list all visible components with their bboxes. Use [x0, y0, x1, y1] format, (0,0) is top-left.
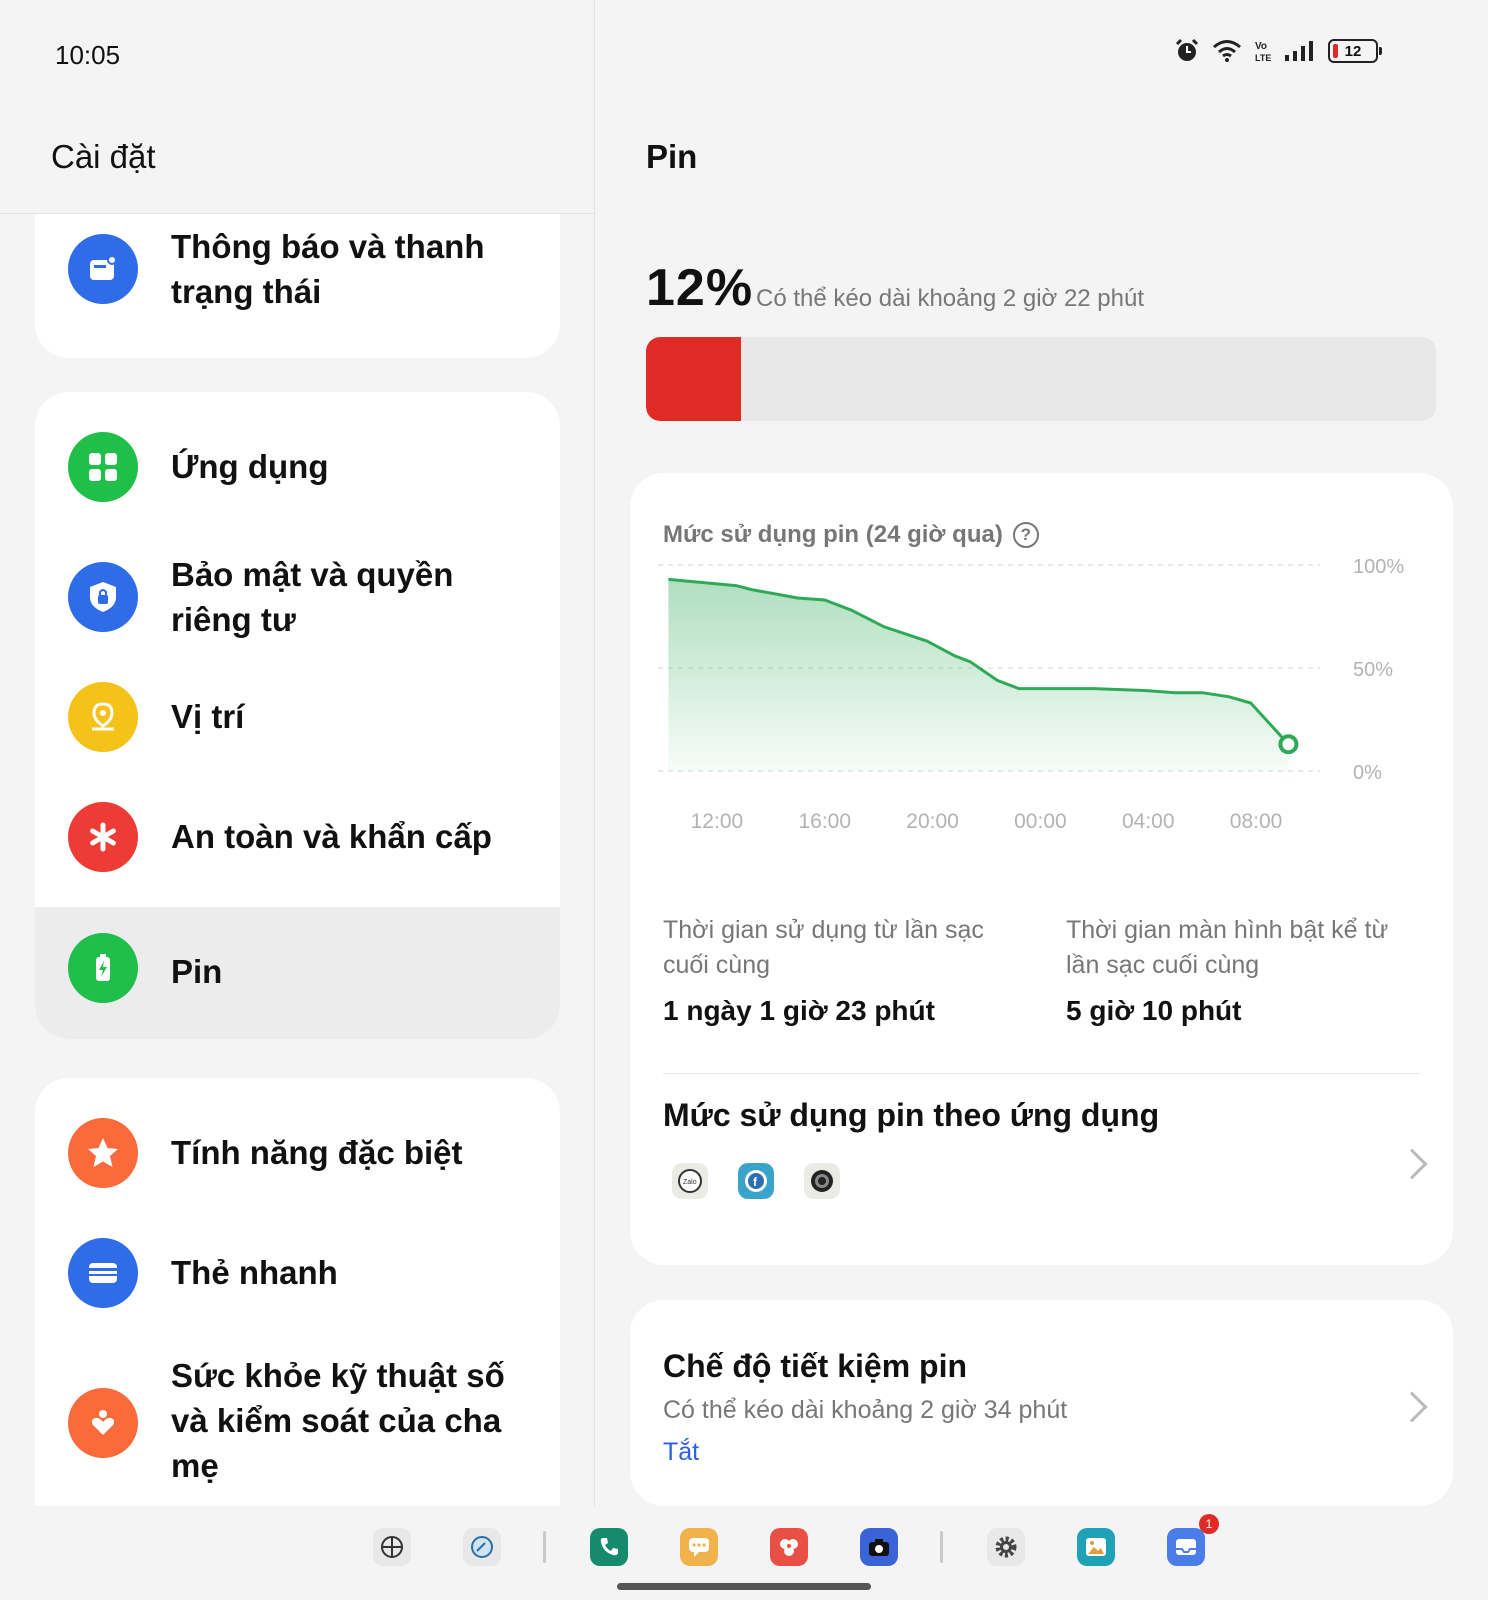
chart-y-tick-label: 100%	[1353, 556, 1404, 578]
cards-icon	[68, 1238, 138, 1308]
gallery-icon[interactable]	[1077, 1528, 1115, 1566]
dock-separator	[940, 1531, 943, 1563]
settings-item-label: Sức khỏe kỹ thuật số và kiểm soát của ch…	[171, 1357, 505, 1484]
settings-item-label: Bảo mật và quyền riêng tư	[171, 556, 454, 638]
signal-icon	[1284, 40, 1316, 62]
settings-item-notifications[interactable]: Thông báo và thanh trạng thái	[35, 214, 560, 324]
settings-item-security[interactable]: Bảo mật và quyền riêng tư	[35, 532, 560, 662]
zalo-icon: Zalo	[672, 1163, 708, 1199]
chart-current-point	[1278, 734, 1299, 755]
battery-estimate: Có thể kéo dài khoảng 2 giờ 22 phút	[756, 285, 1145, 312]
chart-y-tick-label: 50%	[1353, 659, 1393, 681]
phone-icon[interactable]	[590, 1528, 628, 1566]
home-indicator[interactable]	[617, 1583, 871, 1590]
battery-icon	[68, 933, 138, 1003]
card-divider	[663, 1073, 1420, 1074]
chart-area	[668, 579, 1289, 771]
settings-item-label: Vị trí	[171, 698, 245, 735]
apps-grid-icon	[68, 432, 138, 502]
chart-title-row: Mức sử dụng pin (24 giờ qua) ?	[663, 521, 1039, 549]
screen-on-label: Thời gian màn hình bật kể từ lần sạc cuố…	[1066, 916, 1389, 979]
settings-item-label: Ứng dụng	[171, 448, 329, 485]
svg-text:Zalo: Zalo	[683, 1179, 697, 1186]
settings-item-apps[interactable]: Ứng dụng	[35, 412, 560, 522]
galaxy-app-icon	[804, 1163, 840, 1199]
settings-item-special-features[interactable]: Tính năng đặc biệt	[35, 1098, 560, 1208]
flower-app-icon[interactable]	[770, 1528, 808, 1566]
screen-on-stat: Thời gian màn hình bật kể từ lần sạc cuố…	[1066, 913, 1406, 1027]
page-title: Pin	[646, 138, 698, 175]
settings-list[interactable]: Thông báo và thanh trạng thái Ứng dụng B…	[0, 214, 594, 1506]
browser-icon[interactable]	[463, 1528, 501, 1566]
camera-icon[interactable]	[860, 1528, 898, 1566]
notification-icon	[68, 234, 138, 304]
chart-x-tick-label: 04:00	[1122, 810, 1175, 833]
settings-item-battery[interactable]: Pin	[35, 907, 560, 1039]
status-icons: Vo LTE 12	[1174, 38, 1382, 64]
volte-icon: Vo LTE	[1254, 39, 1272, 63]
battery-level-fill	[646, 337, 741, 421]
battery-usage-chart: 100% 50% 0% 12:00 16:00 20:00 00:00 04:00 08:00	[658, 556, 1404, 833]
chart-x-tick-label: 08:00	[1230, 810, 1283, 833]
usage-time-stat: Thời gian sử dụng từ lần sạc cuối cùng 1…	[663, 913, 1003, 1027]
chevron-right-icon	[1396, 1148, 1428, 1180]
alarm-icon	[1174, 38, 1200, 64]
settings-item-label: Tính năng đặc biệt	[171, 1134, 463, 1171]
settings-icon[interactable]	[987, 1528, 1025, 1566]
battery-saver-title: Chế độ tiết kiệm pin	[663, 1348, 968, 1384]
settings-item-label: Thông báo và thanh trạng thái	[171, 228, 485, 310]
settings-item-label: An toàn và khẩn cấp	[171, 818, 492, 855]
settings-item-label: Thẻ nhanh	[171, 1254, 338, 1291]
pane-divider	[594, 0, 595, 1510]
settings-item-safety[interactable]: An toàn và khẩn cấp	[35, 782, 560, 892]
battery-saver-card[interactable]: Chế độ tiết kiệm pin Có thể kéo dài khoả…	[630, 1300, 1453, 1506]
chart-x-tick-label: 20:00	[906, 810, 959, 833]
heart-person-icon	[68, 1388, 138, 1458]
star-icon	[68, 1118, 138, 1188]
battery-saver-estimate: Có thể kéo dài khoảng 2 giờ 34 phút	[663, 1396, 1068, 1424]
settings-item-digital-wellbeing[interactable]: Sức khỏe kỹ thuật số và kiểm soát của ch…	[35, 1343, 560, 1503]
battery-percent: 12%	[646, 259, 754, 317]
dock-separator	[543, 1531, 546, 1563]
battery-level-bar	[646, 337, 1436, 421]
svg-text:Vo: Vo	[1255, 41, 1267, 52]
status-time: 10:05	[55, 40, 121, 70]
shield-lock-icon	[68, 562, 138, 632]
chart-x-tick-label: 16:00	[798, 810, 851, 833]
chart-title: Mức sử dụng pin (24 giờ qua)	[663, 521, 1003, 548]
settings-card-extra: Tính năng đặc biệt Thẻ nhanh Sức khỏe kỹ…	[35, 1078, 560, 1506]
chevron-right-icon	[1396, 1391, 1428, 1423]
usage-time-value: 1 ngày 1 giờ 23 phút	[663, 995, 935, 1026]
usage-by-app-title: Mức sử dụng pin theo ứng dụng	[663, 1097, 1160, 1133]
asterisk-icon	[68, 802, 138, 872]
inbox-icon[interactable]: 1	[1167, 1514, 1219, 1566]
messages-icon[interactable]	[680, 1528, 718, 1566]
location-pin-icon	[68, 682, 138, 752]
screen-on-value: 5 giờ 10 phút	[1066, 995, 1242, 1026]
wifi-icon	[1212, 39, 1242, 63]
notification-badge: 1	[1199, 1514, 1219, 1534]
help-icon[interactable]: ?	[1012, 522, 1039, 548]
settings-item-location[interactable]: Vị trí	[35, 662, 560, 772]
settings-card-main: Ứng dụng Bảo mật và quyền riêng tư Vị tr…	[35, 392, 560, 1039]
svg-text:LTE: LTE	[1255, 53, 1271, 63]
usage-app-icons: Zalo f	[672, 1163, 840, 1199]
chart-x-tick-label: 12:00	[691, 810, 744, 833]
chart-x-tick-label: 00:00	[1014, 810, 1067, 833]
battery-usage-card: Mức sử dụng pin (24 giờ qua) ? 100% 50% 0%…	[630, 473, 1453, 1265]
settings-title: Cài đặt	[51, 138, 156, 175]
settings-item-quick-cards[interactable]: Thẻ nhanh	[35, 1218, 560, 1328]
battery-status-level: 12	[1344, 42, 1362, 60]
battery-saver-state: Tắt	[663, 1438, 700, 1466]
facebook-icon: f	[738, 1163, 774, 1199]
settings-item-label: Pin	[171, 953, 223, 990]
chart-y-tick-label: 0%	[1353, 762, 1382, 784]
usage-time-label: Thời gian sử dụng từ lần sạc cuối cùng	[663, 916, 984, 979]
battery-status-icon: 12	[1328, 39, 1382, 63]
grid-app-icon[interactable]	[373, 1528, 411, 1566]
settings-card-notifications: Thông báo và thanh trạng thái	[35, 214, 560, 358]
